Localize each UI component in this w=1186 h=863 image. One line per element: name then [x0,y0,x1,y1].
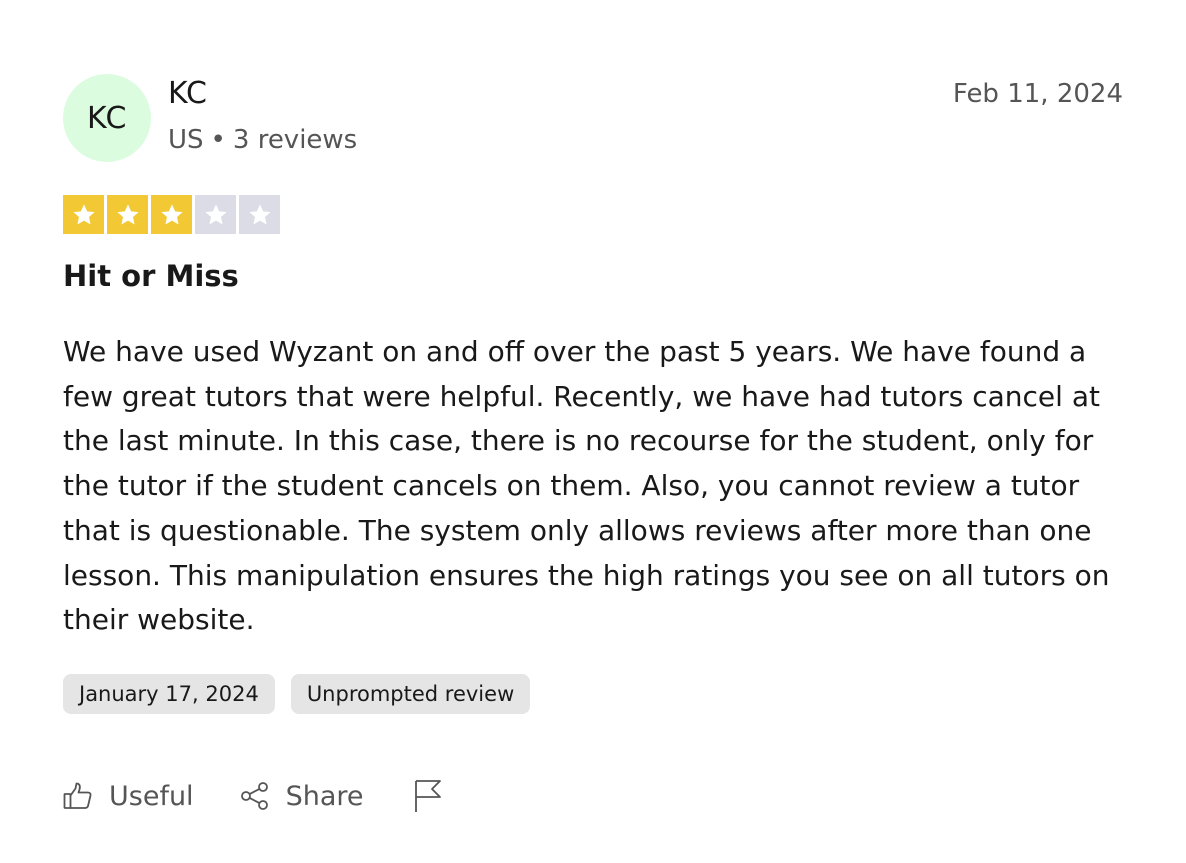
meta-separator: • [210,125,226,155]
consumer-meta: US • 3 reviews [168,124,357,156]
star-icon [116,203,139,225]
share-icon [240,781,270,811]
star-icon [160,203,183,225]
flag-icon [413,779,443,813]
review-type-tag: Unprompted review [290,674,531,714]
useful-label: Useful [109,780,194,812]
consumer-review-count[interactable]: 3 reviews [233,125,357,155]
star-icon [248,203,271,225]
useful-button[interactable]: Useful [63,776,194,816]
review-text: We have used Wyzant on and off over the … [63,335,1110,637]
review-title[interactable]: Hit or Miss [63,258,239,294]
review-date: Feb 11, 2024 [952,79,1123,109]
consumer-country: US [168,125,204,155]
consumer-name[interactable]: KC [168,76,207,112]
avatar[interactable]: KC [63,74,151,162]
review-header: KC KC US • 3 reviews Feb 11, 2024 [63,74,1123,162]
report-button[interactable] [413,776,443,816]
star-rating [63,195,280,234]
star-empty [195,195,236,234]
experience-date-tag: January 17, 2024 [63,674,275,714]
review-actions: Useful Share [63,776,443,816]
thumbs-up-icon [63,781,93,811]
star-filled [151,195,192,234]
review-tags: January 17, 2024 Unprompted review [63,674,531,714]
review-card: KC KC US • 3 reviews Feb 11, 2024 Hit or M… [63,74,1123,812]
star-icon [204,203,227,225]
share-label: Share [285,780,364,812]
star-filled [107,195,148,234]
star-icon [72,203,95,225]
star-filled [63,195,104,234]
star-empty [239,195,280,234]
share-button[interactable]: Share [240,776,364,816]
